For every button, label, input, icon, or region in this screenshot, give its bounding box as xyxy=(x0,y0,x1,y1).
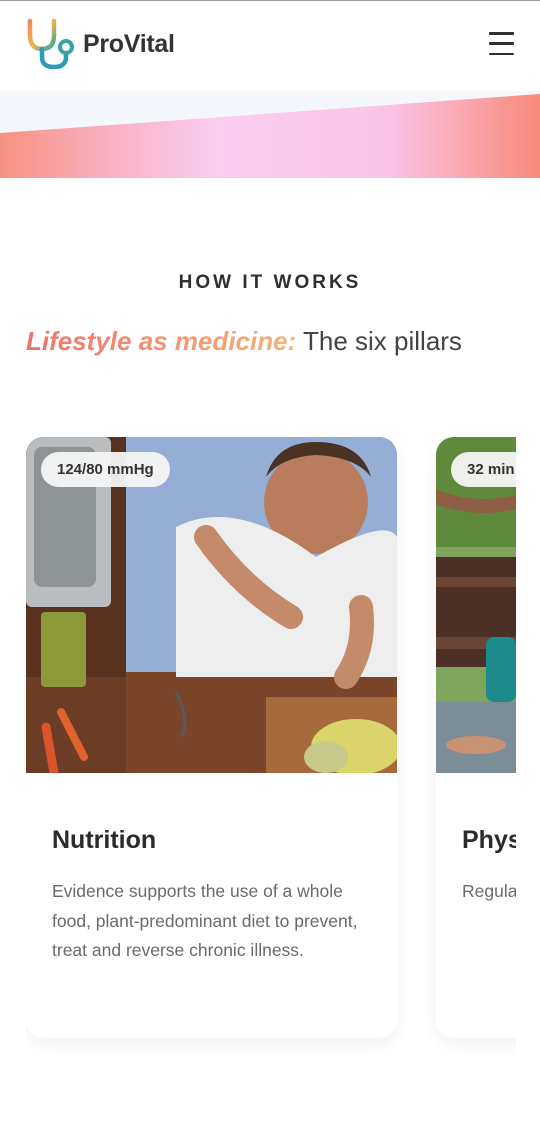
nutrition-photo xyxy=(26,437,397,773)
stethoscope-logo-icon[interactable] xyxy=(24,17,78,71)
card-description: Regula manag health, diseas xyxy=(462,881,516,901)
metric-badge: 32 min xyxy=(451,452,516,487)
site-header: ProVital xyxy=(0,1,540,91)
metric-badge: 124/80 mmHg xyxy=(41,452,170,487)
brand-name[interactable]: ProVital xyxy=(83,30,175,59)
headline-rest: The six pillars xyxy=(303,326,462,356)
headline-accent: Lifestyle as medicine: xyxy=(26,326,297,356)
physical-activity-photo xyxy=(436,437,516,773)
section-eyebrow: HOW IT WORKS xyxy=(178,272,362,293)
pillars-carousel[interactable]: 124/80 mmHg Nutrition Evidence supports … xyxy=(26,437,516,1057)
pillar-card-physical-activity[interactable]: 32 min Phys Regula manag health, diseas xyxy=(436,437,516,1038)
pillar-card-nutrition[interactable]: 124/80 mmHg Nutrition Evidence supports … xyxy=(26,437,397,1038)
hamburger-menu-icon[interactable] xyxy=(489,32,514,56)
card-title: Phys xyxy=(462,826,516,854)
section-headline: Lifestyle as medicine: The six pillars xyxy=(26,326,526,357)
decorative-wave-banner xyxy=(0,91,540,178)
card-title: Nutrition xyxy=(52,826,157,854)
card-description: Evidence supports the use of a whole foo… xyxy=(52,881,358,960)
